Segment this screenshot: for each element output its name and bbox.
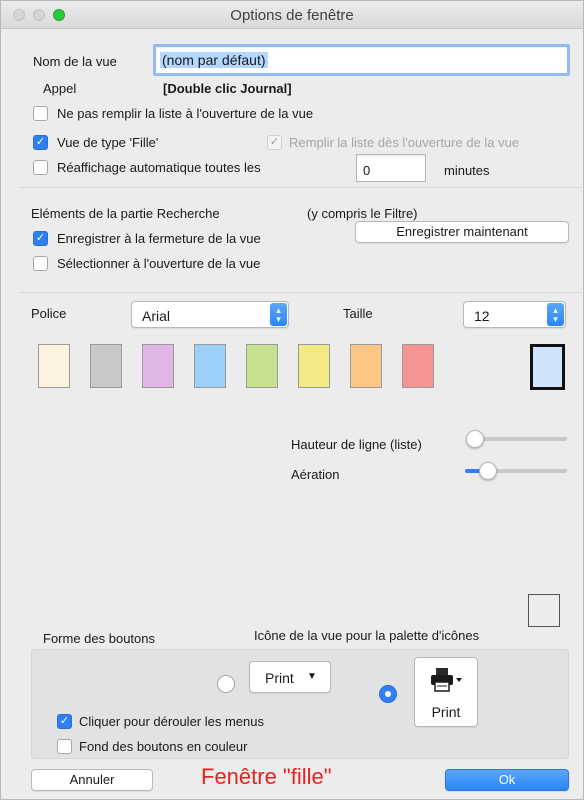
save-close-checkbox[interactable]: ✓: [33, 231, 48, 246]
recherche-note: (y compris le Filtre): [307, 206, 418, 221]
style-b-preview-button[interactable]: Print: [414, 657, 478, 727]
stepper-arrows-icon: ▴ ▾: [270, 303, 287, 326]
fill-open-label: Remplir la liste dès l'ouverture de la v…: [289, 135, 520, 150]
save-close-label: Enregistrer à la fermeture de la vue: [57, 231, 261, 246]
color-swatch[interactable]: [38, 344, 70, 388]
title-bar: Options de fenêtre: [1, 1, 583, 29]
options-window: Options de fenêtre Nom de la vue (nom pa…: [0, 0, 584, 800]
hauteur-slider-knob[interactable]: [466, 430, 484, 448]
aeration-label: Aération: [291, 467, 340, 482]
no-fill-checkbox[interactable]: [33, 106, 48, 121]
taille-popup[interactable]: 12 ▴ ▾: [463, 301, 566, 328]
hauteur-slider[interactable]: [471, 437, 567, 441]
refresh-checkbox[interactable]: [33, 160, 48, 175]
window-title: Options de fenêtre: [230, 7, 354, 24]
color-swatch[interactable]: [298, 344, 330, 388]
view-name-label: Nom de la vue: [33, 54, 117, 69]
aeration-slider-knob[interactable]: [479, 462, 497, 480]
dropdown-arrow-icon: ▼: [307, 671, 317, 682]
appel-label: Appel: [43, 81, 77, 96]
taille-value: 12: [474, 308, 490, 324]
window-type-caption: Fenêtre "fille": [201, 764, 332, 789]
fille-label: Vue de type 'Fille': [57, 135, 159, 150]
style-a-radio[interactable]: [217, 675, 235, 693]
no-fill-label: Ne pas remplir la liste à l'ouverture de…: [57, 106, 314, 121]
refresh-minutes-field[interactable]: 0: [356, 154, 426, 182]
recherche-title: Eléments de la partie Recherche: [31, 206, 220, 221]
style-a-preview-button[interactable]: Print ▼: [249, 661, 331, 693]
checkmark-icon: ✓: [269, 136, 280, 148]
style-a-label: Print: [265, 670, 294, 686]
hauteur-label: Hauteur de ligne (liste): [291, 437, 422, 452]
color-swatch[interactable]: [194, 344, 226, 388]
style-b-label: Print: [431, 704, 461, 720]
menus-label: Cliquer pour dérouler les menus: [79, 714, 264, 729]
selected-color-swatch[interactable]: [530, 344, 565, 390]
checkmark-icon: ✓: [35, 232, 46, 244]
menus-checkbox[interactable]: ✓: [57, 714, 72, 729]
color-swatch[interactable]: [142, 344, 174, 388]
police-value: Arial: [142, 308, 171, 324]
fille-checkbox[interactable]: ✓: [33, 135, 48, 150]
couleur-checkbox[interactable]: [57, 739, 72, 754]
select-open-label: Sélectionner à l'ouverture de la vue: [57, 256, 261, 271]
color-swatch[interactable]: [246, 344, 278, 388]
refresh-label: Réaffichage automatique toutes les: [57, 160, 261, 175]
icon-well[interactable]: [528, 594, 560, 627]
icone-label: Icône de la vue pour la palette d'icônes: [254, 628, 480, 643]
ok-button[interactable]: Ok: [445, 769, 569, 791]
police-label: Police: [31, 306, 67, 321]
cancel-button[interactable]: Annuler: [31, 769, 153, 791]
separator: [19, 292, 581, 293]
color-swatch[interactable]: [402, 344, 434, 388]
couleur-label: Fond des boutons en couleur: [79, 739, 248, 754]
refresh-unit-label: minutes: [444, 163, 490, 178]
color-swatch[interactable]: [350, 344, 382, 388]
view-name-value: (nom par défaut): [160, 52, 268, 68]
taille-label: Taille: [343, 306, 373, 321]
fill-open-checkbox[interactable]: ✓: [267, 135, 282, 150]
checkmark-icon: ✓: [35, 136, 46, 148]
boutons-title: Forme des boutons: [43, 631, 156, 646]
checkmark-icon: ✓: [59, 715, 70, 727]
save-now-button[interactable]: Enregistrer maintenant: [355, 221, 569, 243]
separator: [19, 187, 581, 188]
select-open-checkbox[interactable]: [33, 256, 48, 271]
color-swatch[interactable]: [90, 344, 122, 388]
printer-icon: [431, 668, 462, 692]
style-b-radio[interactable]: [379, 685, 397, 703]
police-popup[interactable]: Arial ▴ ▾: [131, 301, 289, 328]
stepper-arrows-icon: ▴ ▾: [547, 303, 564, 326]
view-name-field[interactable]: (nom par défaut): [153, 44, 570, 76]
appel-value: [Double clic Journal]: [163, 81, 292, 96]
refresh-minutes-value: 0: [363, 163, 371, 178]
